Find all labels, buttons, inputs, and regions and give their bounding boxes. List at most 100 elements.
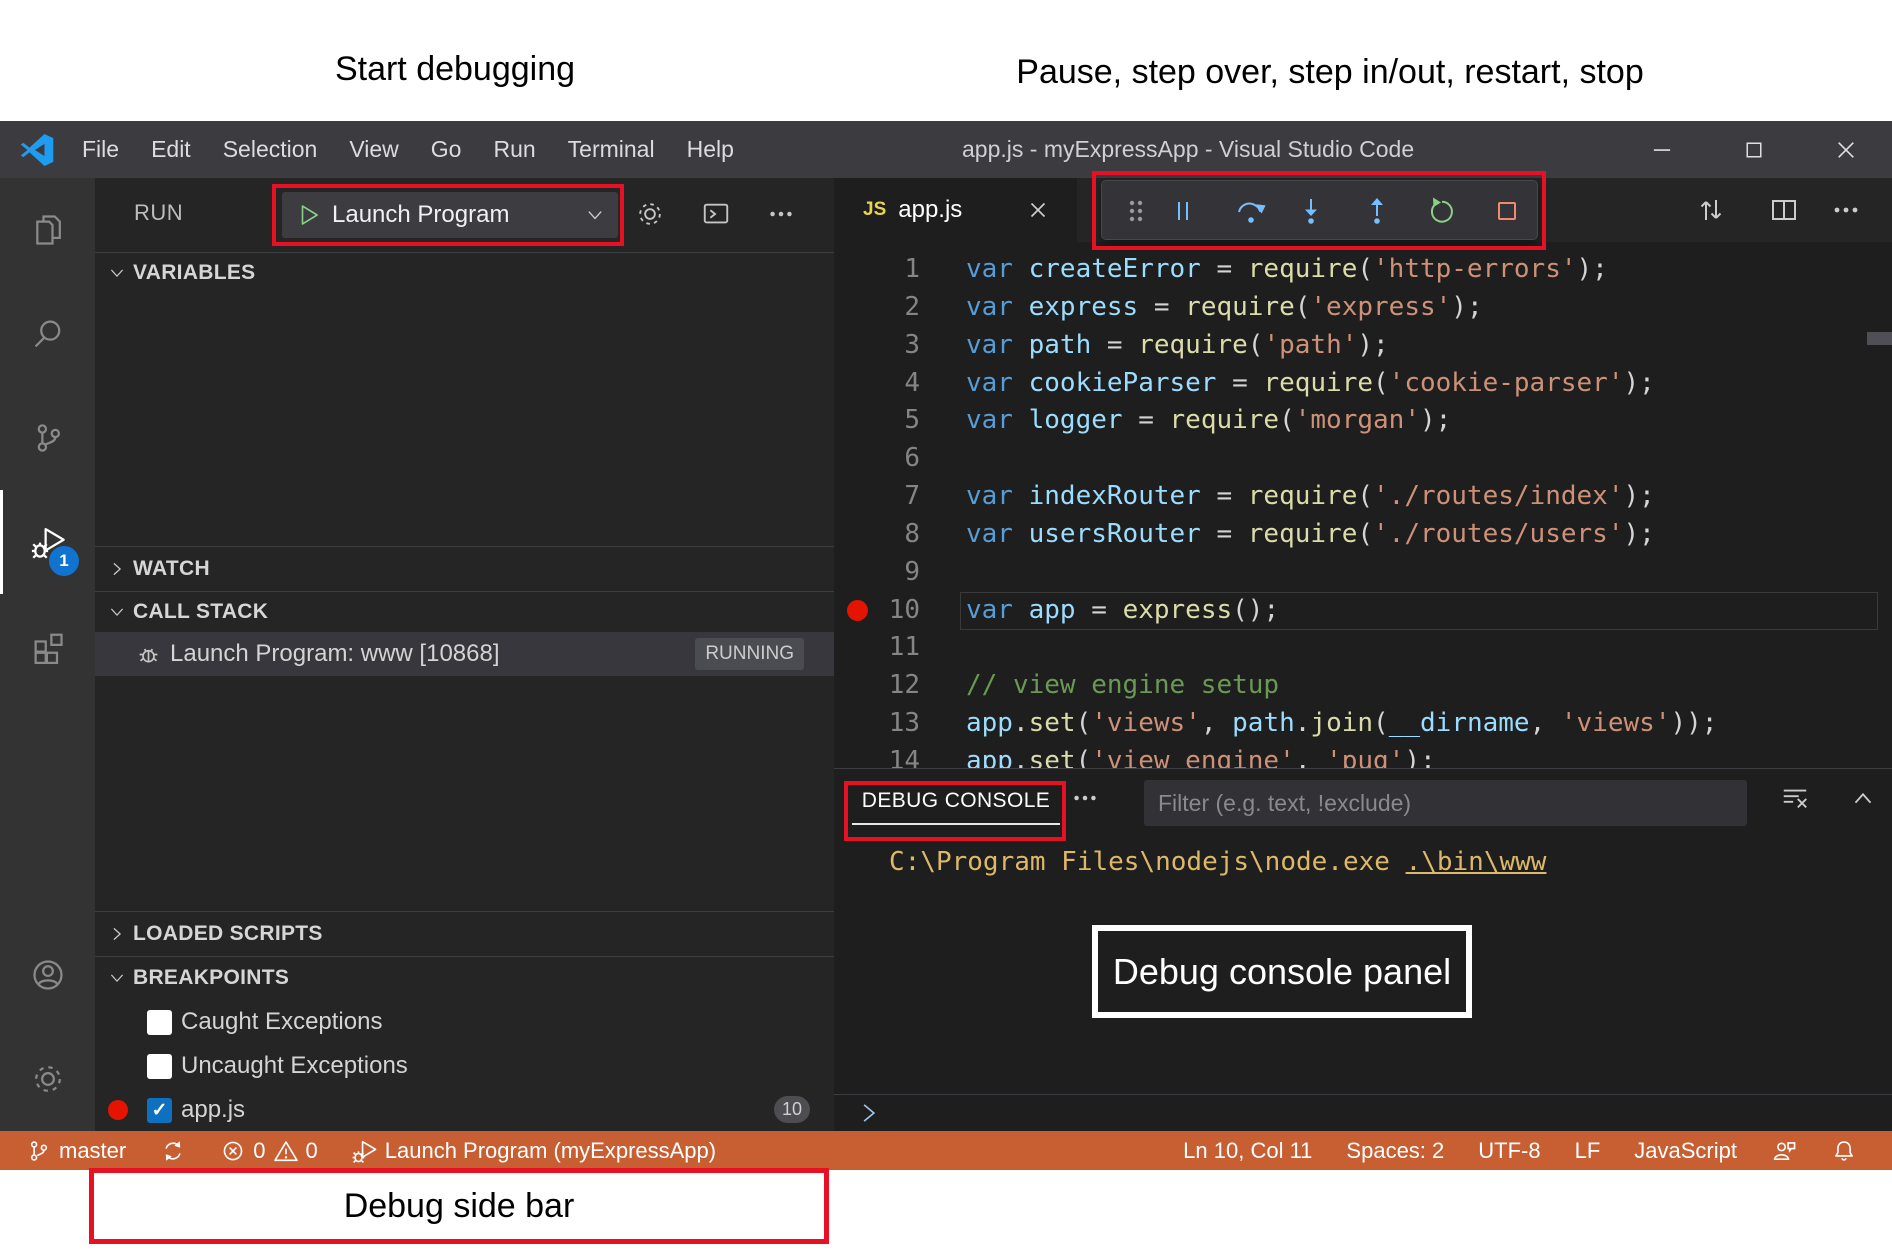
console-input-row[interactable] (834, 1094, 1892, 1132)
activity-run-and-debug[interactable]: 1 (0, 490, 95, 594)
menu-edit[interactable]: Edit (135, 136, 207, 163)
breakpoint-row-caught-exceptions[interactable]: Caught Exceptions (95, 1000, 834, 1044)
status-encoding[interactable]: UTF-8 (1478, 1138, 1540, 1164)
menu-selection[interactable]: Selection (207, 136, 334, 163)
activity-bar: 1 (0, 178, 95, 1131)
variables-header: VARIABLES (133, 261, 256, 285)
code-editor[interactable]: 1var createError = require('http-errors'… (834, 242, 1892, 768)
error-icon (220, 1138, 246, 1164)
status-label: 0 (306, 1138, 318, 1164)
breakpoint-label: app.js (181, 1096, 245, 1124)
window-controls (1616, 121, 1892, 178)
status-label: Ln 10, Col 11 (1183, 1138, 1312, 1164)
editor-action-ellipsis-icon[interactable] (1830, 194, 1862, 226)
editor-action-swap-icon[interactable] (1695, 194, 1727, 226)
status-cursor-position[interactable]: Ln 10, Col 11 (1183, 1138, 1312, 1164)
status-indentation[interactable]: Spaces: 2 (1346, 1138, 1444, 1164)
activity-settings[interactable] (0, 1027, 95, 1131)
checkbox[interactable] (147, 1010, 172, 1035)
chevron-right-icon (107, 559, 127, 579)
menu-view[interactable]: View (333, 136, 414, 163)
console-output: C:\Program Files\nodejs\node.exe .\bin\w… (889, 847, 1546, 877)
activity-explorer[interactable] (0, 178, 95, 282)
console-filter-input[interactable] (1144, 780, 1747, 826)
close-button[interactable] (1800, 121, 1892, 178)
vscode-window: FileEditSelectionViewGoRunTerminalHelp a… (0, 121, 1892, 1170)
activity-account[interactable] (0, 923, 95, 1027)
breakpoint-row-app-js[interactable]: ✓app.js10 (95, 1088, 834, 1132)
debug-sidebar: RUN Launch Program VARIABLES WATCH (95, 178, 834, 1131)
menu-bar: FileEditSelectionViewGoRunTerminalHelp (66, 121, 750, 178)
code-line-6: 6 (834, 440, 1892, 478)
line-number[interactable]: 13 (834, 705, 966, 743)
breakpoint-label: Uncaught Exceptions (181, 1052, 408, 1080)
annotation-box-side-bar: Debug side bar (89, 1168, 829, 1244)
line-number[interactable]: 4 (834, 365, 966, 403)
checkbox[interactable] (147, 1054, 172, 1079)
section-watch[interactable]: WATCH (95, 546, 834, 590)
menu-run[interactable]: Run (477, 136, 551, 163)
chevron-up-icon[interactable] (1848, 783, 1878, 813)
section-breakpoints[interactable]: BREAKPOINTS (95, 956, 834, 998)
breakpoint-dot[interactable] (847, 600, 868, 621)
menu-go[interactable]: Go (415, 136, 478, 163)
status-label: Spaces: 2 (1346, 1138, 1444, 1164)
section-call-stack[interactable]: CALL STACK (95, 591, 834, 632)
close-tab-icon[interactable] (1025, 197, 1051, 223)
menu-file[interactable]: File (66, 136, 135, 163)
breakpoints-header: BREAKPOINTS (133, 966, 289, 990)
annotation-toolbar: Pause, step over, step in/out, restart, … (920, 53, 1740, 92)
running-badge: RUNNING (695, 638, 804, 670)
search-icon (30, 316, 66, 352)
breakpoint-row-uncaught-exceptions[interactable]: Uncaught Exceptions (95, 1044, 834, 1088)
activity-extensions[interactable] (0, 594, 95, 698)
debug-console-open-icon[interactable] (701, 199, 731, 229)
line-number[interactable]: 7 (834, 478, 966, 516)
status-debug-status[interactable]: Launch Program (myExpressApp) (352, 1138, 716, 1164)
line-number[interactable]: 9 (834, 554, 966, 592)
line-number[interactable]: 12 (834, 667, 966, 705)
editor-scrollbar[interactable] (1867, 332, 1892, 345)
activity-search[interactable] (0, 282, 95, 386)
clear-console-icon[interactable] (1780, 783, 1810, 813)
line-number[interactable]: 8 (834, 516, 966, 554)
console-link[interactable]: .\bin\www (1406, 847, 1547, 877)
line-number[interactable]: 3 (834, 327, 966, 365)
panel-more-actions-icon[interactable] (1070, 783, 1100, 813)
code-line-1: 1var createError = require('http-errors'… (834, 251, 1892, 289)
section-loaded-scripts[interactable]: LOADED SCRIPTS (95, 911, 834, 955)
menu-terminal[interactable]: Terminal (552, 136, 671, 163)
source-control-icon (30, 420, 66, 456)
code-line-2: 2var express = require('express'); (834, 289, 1892, 327)
line-number[interactable]: 5 (834, 402, 966, 440)
views-more-actions-icon[interactable] (766, 199, 796, 229)
status-language-mode[interactable]: JavaScript (1634, 1138, 1737, 1164)
gear-icon (30, 1061, 66, 1097)
line-number[interactable]: 2 (834, 289, 966, 327)
section-variables[interactable]: VARIABLES (95, 252, 834, 292)
debug-settings-gear-icon[interactable] (635, 199, 665, 229)
minimize-button[interactable] (1616, 121, 1708, 178)
maximize-button[interactable] (1708, 121, 1800, 178)
status-notifications[interactable] (1831, 1138, 1857, 1164)
console-prompt-icon (856, 1100, 882, 1126)
status-git-branch[interactable]: master (26, 1138, 126, 1164)
code-line-8: 8var usersRouter = require('./routes/use… (834, 516, 1892, 554)
status-sync[interactable] (160, 1138, 186, 1164)
menu-help[interactable]: Help (671, 136, 750, 163)
feedback-icon (1771, 1138, 1797, 1164)
status-problems[interactable]: 00 (220, 1138, 318, 1164)
status-label: UTF-8 (1478, 1138, 1540, 1164)
activity-source-control[interactable] (0, 386, 95, 490)
line-number[interactable]: 1 (834, 251, 966, 289)
line-number[interactable]: 11 (834, 629, 966, 667)
tab-appjs[interactable]: JS app.js (834, 178, 1077, 242)
annotation-box-debug-console (844, 781, 1066, 841)
status-eol[interactable]: LF (1575, 1138, 1601, 1164)
current-line-highlight (960, 592, 1878, 630)
editor-action-split-icon[interactable] (1768, 194, 1800, 226)
call-stack-session-row[interactable]: Launch Program: www [10868] RUNNING (95, 632, 834, 676)
checkbox[interactable]: ✓ (147, 1098, 172, 1123)
status-feedback[interactable] (1771, 1138, 1797, 1164)
line-number[interactable]: 6 (834, 440, 966, 478)
